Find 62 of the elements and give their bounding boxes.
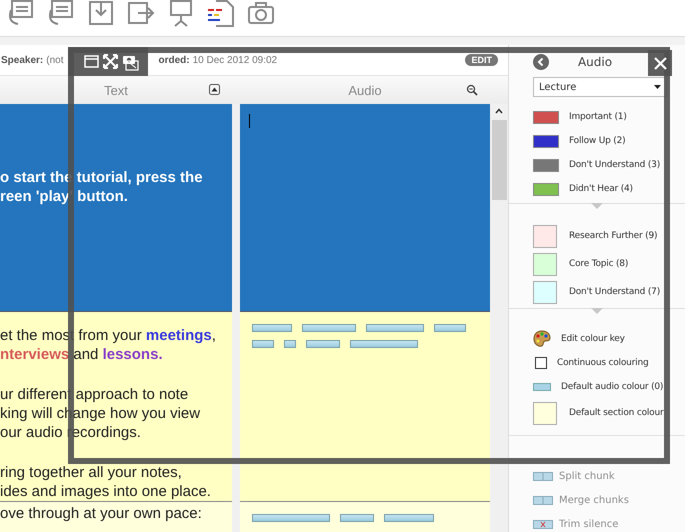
paragraph: ove through at your own pace:: [0, 504, 203, 523]
colour-swatch[interactable]: [533, 224, 557, 248]
close-button[interactable]: [648, 50, 672, 76]
edit-button[interactable]: EDIT: [465, 54, 498, 66]
colour-swatch[interactable]: [533, 280, 557, 304]
scroll-thumb[interactable]: [492, 120, 506, 200]
colour-swatch[interactable]: [533, 252, 557, 276]
window-icon[interactable]: [84, 55, 99, 68]
text-cursor: [249, 114, 250, 128]
close-icon: [654, 56, 666, 70]
scroll-up-icon[interactable]: [495, 108, 503, 114]
colour-swatch[interactable]: [533, 402, 557, 424]
paragraph: o start the tutorial, press the reen 'play' button.: [0, 168, 204, 206]
colour-label[interactable]: Default section colour: [569, 408, 664, 418]
audio-chunk[interactable]: [434, 324, 466, 332]
audio-chunk[interactable]: [384, 514, 434, 522]
chunk-icon: [533, 496, 553, 504]
collapse-icon[interactable]: [209, 84, 220, 95]
colour-label[interactable]: Don't Understand (3): [569, 160, 660, 170]
speaker-label: Speaker:: [1, 54, 44, 66]
colour-swatch[interactable]: [533, 110, 559, 124]
colour-label[interactable]: Follow Up (2): [569, 136, 626, 146]
colour-swatch[interactable]: [533, 182, 559, 196]
fullscreen-icon[interactable]: [103, 54, 118, 69]
colour-label[interactable]: Continuous colouring: [557, 358, 648, 368]
chunk-icon: [533, 520, 553, 528]
recorded-value: 10 Dec 2012 09:02: [192, 54, 278, 66]
colour-swatch[interactable]: [533, 158, 559, 172]
audio-chunk[interactable]: [252, 324, 292, 332]
zoom-out-icon[interactable]: [466, 84, 478, 96]
audio-chunk[interactable]: [302, 324, 356, 332]
paragraph: ring together all your notes, ides and images into one place.: [0, 463, 212, 501]
colour-label[interactable]: Don't Understand (7): [569, 287, 660, 297]
audio-chunk[interactable]: [252, 514, 330, 522]
colour-label[interactable]: Important (1): [569, 112, 627, 122]
colour-label[interactable]: Edit colour key: [561, 334, 625, 344]
audio-chunk[interactable]: [252, 340, 274, 348]
divider-arrow-icon: [591, 308, 603, 314]
colour-label[interactable]: Research Further (9): [569, 231, 658, 241]
checkbox[interactable]: [535, 357, 547, 369]
column-header: Text: [104, 82, 128, 98]
recorded-label: orded:: [158, 54, 190, 66]
speaker-value: (not: [46, 54, 64, 66]
chunk-icon: [533, 472, 553, 480]
divider-arrow-icon: [591, 203, 603, 209]
colour-label[interactable]: Core Topic (8): [569, 259, 628, 269]
colour-swatch[interactable]: [533, 134, 559, 148]
audio-chunk[interactable]: [340, 514, 374, 522]
dropdown-caret-icon: [654, 85, 661, 89]
palette-icon[interactable]: [533, 330, 551, 348]
preset-dropdown[interactable]: Lecture: [533, 77, 667, 97]
column-header: Audio: [348, 82, 382, 98]
audio-chunk[interactable]: [366, 324, 424, 332]
back-icon[interactable]: [533, 54, 549, 70]
colour-label[interactable]: Didn't Hear (4): [569, 184, 633, 194]
panel-title: Audio: [576, 55, 614, 69]
colour-swatch[interactable]: [533, 383, 551, 391]
colour-label[interactable]: Default audio colour (0): [561, 382, 664, 392]
scrollbar[interactable]: [490, 104, 508, 532]
audio-chunk[interactable]: [306, 340, 340, 348]
audio-chunk[interactable]: [350, 340, 418, 348]
audio-chunk[interactable]: [284, 340, 296, 348]
